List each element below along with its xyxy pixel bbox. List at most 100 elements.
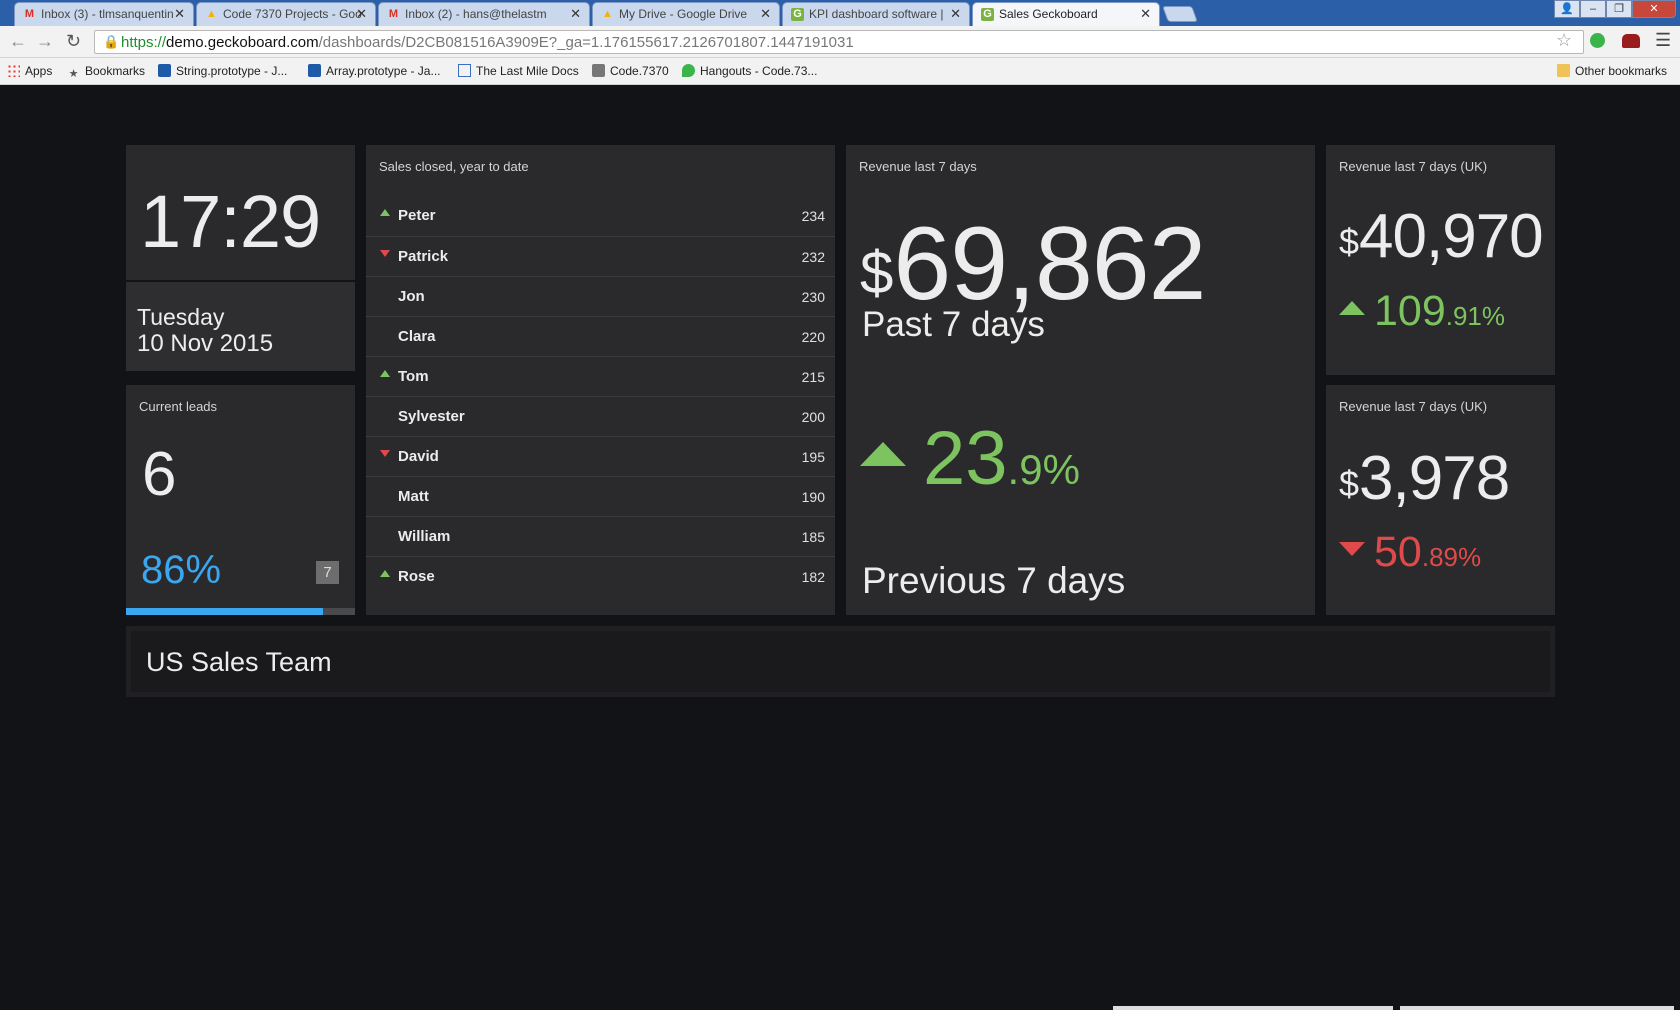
leaderboard-row: Jon 230: [366, 276, 835, 316]
back-button[interactable]: ←: [9, 31, 27, 52]
leaderboard-name: Peter: [398, 207, 436, 224]
code-icon: [592, 64, 605, 77]
revenue-uk-widget: Revenue last 7 days (UK) $40,970 109.91%: [1326, 145, 1555, 375]
leaderboard-name: Tom: [398, 368, 429, 385]
revenue-delta: 109.91%: [1339, 287, 1505, 336]
leaderboard-name: Sylvester: [398, 408, 465, 425]
close-icon[interactable]: ✕: [1140, 6, 1151, 22]
url-host: demo.geckoboard.com: [166, 34, 319, 51]
team-banner-inner: US Sales Team: [131, 631, 1550, 692]
tab-title: Inbox (2) - hans@thelastm: [405, 7, 547, 21]
close-icon[interactable]: ✕: [760, 6, 771, 22]
bookmark-star-icon[interactable]: ☆: [1556, 30, 1572, 51]
window-close-button[interactable]: ✕: [1632, 0, 1676, 18]
window-controls: 👤 – ❐ ✕: [1554, 0, 1676, 18]
delta-decimal: .91%: [1445, 301, 1506, 331]
other-bookmarks[interactable]: Other bookmarks: [1557, 64, 1667, 78]
close-icon[interactable]: ✕: [174, 6, 185, 22]
bookmark-code7370[interactable]: Code.7370: [592, 64, 669, 78]
bookmark-last-mile-docs[interactable]: The Last Mile Docs: [458, 64, 579, 78]
leaderboard-name: Patrick: [398, 248, 449, 265]
leaderboard-row: Clara 220: [366, 316, 835, 356]
revenue-value: $40,970: [1339, 201, 1544, 272]
leaderboard-value: 185: [801, 529, 825, 545]
trend-up-icon: [1339, 301, 1365, 315]
clock-date-panel: Tuesday 10 Nov 2015: [126, 282, 355, 371]
bookmark-hangouts[interactable]: Hangouts - Code.73...: [682, 64, 817, 78]
bookmark-array-prototype[interactable]: Array.prototype - Ja...: [308, 64, 441, 78]
url-scheme: https://: [121, 34, 167, 51]
hangouts-icon: [682, 64, 695, 77]
address-bar[interactable]: 🔒 https://demo.geckoboard.com/dashboards/…: [94, 30, 1584, 54]
leads-percent: 86%: [141, 548, 222, 592]
reload-button[interactable]: ↻: [66, 31, 81, 52]
leaderboard-row: Sylvester 200: [366, 396, 835, 436]
bookmark-label: Apps: [25, 64, 53, 78]
widget-title: Sales closed, year to date: [379, 159, 529, 174]
forward-button[interactable]: →: [36, 31, 54, 52]
tab-inbox-2[interactable]: M Inbox (2) - hans@thelastm ✕: [378, 2, 590, 26]
trend-up-icon: [860, 442, 906, 466]
tab-sales-geckoboard[interactable]: G Sales Geckoboard ✕: [972, 2, 1160, 26]
widget-title: Revenue last 7 days: [859, 159, 977, 174]
bookmark-label: Code.7370: [610, 64, 669, 78]
bookmark-apps[interactable]: Apps: [7, 64, 52, 78]
taskbar-thumbnail: [1113, 1006, 1393, 1010]
tab-my-drive[interactable]: ▲ My Drive - Google Drive ✕: [592, 2, 780, 26]
delta-integer: 23: [923, 416, 1008, 501]
leaderboard-name: Rose: [398, 568, 435, 585]
hangouts-extension-icon[interactable]: [1590, 33, 1605, 48]
taskbar-thumbnail: [1400, 1006, 1674, 1010]
mdn-icon: [308, 64, 321, 77]
bookmark-bookmarks[interactable]: ★ Bookmarks: [67, 64, 145, 81]
bookmark-label: String.prototype - J...: [176, 64, 288, 78]
restore-button[interactable]: ❐: [1606, 0, 1632, 18]
tab-title: Inbox (3) - tlmsanquentin: [41, 7, 174, 21]
leaderboard-row: Tom 215: [366, 356, 835, 396]
close-icon[interactable]: ✕: [570, 6, 581, 22]
drive-icon: ▲: [602, 8, 613, 20]
trend-down-icon: [380, 250, 390, 257]
menu-icon[interactable]: ☰: [1655, 30, 1671, 51]
minimize-button[interactable]: –: [1580, 0, 1606, 18]
leaderboard-name: Matt: [398, 488, 429, 505]
close-icon[interactable]: ✕: [950, 6, 961, 22]
progress-bar-fill: [126, 608, 323, 615]
clock-date: 10 Nov 2015: [137, 330, 274, 357]
revenue-period: Past 7 days: [862, 305, 1045, 344]
trend-up-icon: [380, 570, 390, 577]
leaderboard-value: 182: [801, 569, 825, 585]
extension-icon[interactable]: [1622, 34, 1640, 48]
revenue-compare-label: Previous 7 days: [862, 560, 1126, 601]
tab-kpi-dashboard[interactable]: G KPI dashboard software | ✕: [782, 2, 970, 26]
currency-symbol: $: [1339, 221, 1360, 262]
revenue-uk-widget-2: Revenue last 7 days (UK) $3,978 50.89%: [1326, 385, 1555, 615]
bookmark-label: Bookmarks: [85, 64, 146, 78]
leaderboard-row: Matt 190: [366, 476, 835, 516]
tab-code7370-projects[interactable]: ▲ Code 7370 Projects - Goo ✕: [196, 2, 376, 26]
widget-title: Current leads: [139, 399, 218, 414]
close-icon[interactable]: ✕: [356, 6, 367, 22]
currency-symbol: $: [860, 239, 894, 306]
tab-title: Sales Geckoboard: [999, 7, 1098, 21]
url-path: /dashboards/D2CB081516A3909E?_ga=1.17615…: [318, 34, 854, 51]
leaderboard-value: 190: [801, 489, 825, 505]
leaderboard-value: 215: [801, 369, 825, 385]
bookmark-label: Other bookmarks: [1575, 64, 1668, 78]
trend-up-icon: [380, 370, 390, 377]
trend-down-icon: [380, 450, 390, 457]
leaderboard-widget: Sales closed, year to date Peter 234 Patri…: [366, 145, 835, 615]
tab-inbox-1[interactable]: M Inbox (3) - tlmsanquentin ✕: [14, 2, 194, 26]
new-tab-button[interactable]: [1162, 6, 1198, 22]
progress-bar: [126, 608, 355, 615]
widget-title: Revenue last 7 days (UK): [1339, 399, 1488, 414]
apps-icon: [7, 64, 20, 77]
revenue-widget: Revenue last 7 days $69,862 Past 7 days …: [846, 145, 1315, 615]
team-name: US Sales Team: [146, 647, 332, 677]
leaderboard-name: William: [398, 528, 451, 545]
bookmark-string-prototype[interactable]: String.prototype - J...: [158, 64, 287, 78]
leaderboard-row: David 195: [366, 436, 835, 476]
profile-button[interactable]: 👤: [1554, 0, 1580, 18]
leaderboard-row: Rose 182: [366, 556, 835, 596]
leaderboard-row: William 185: [366, 516, 835, 556]
